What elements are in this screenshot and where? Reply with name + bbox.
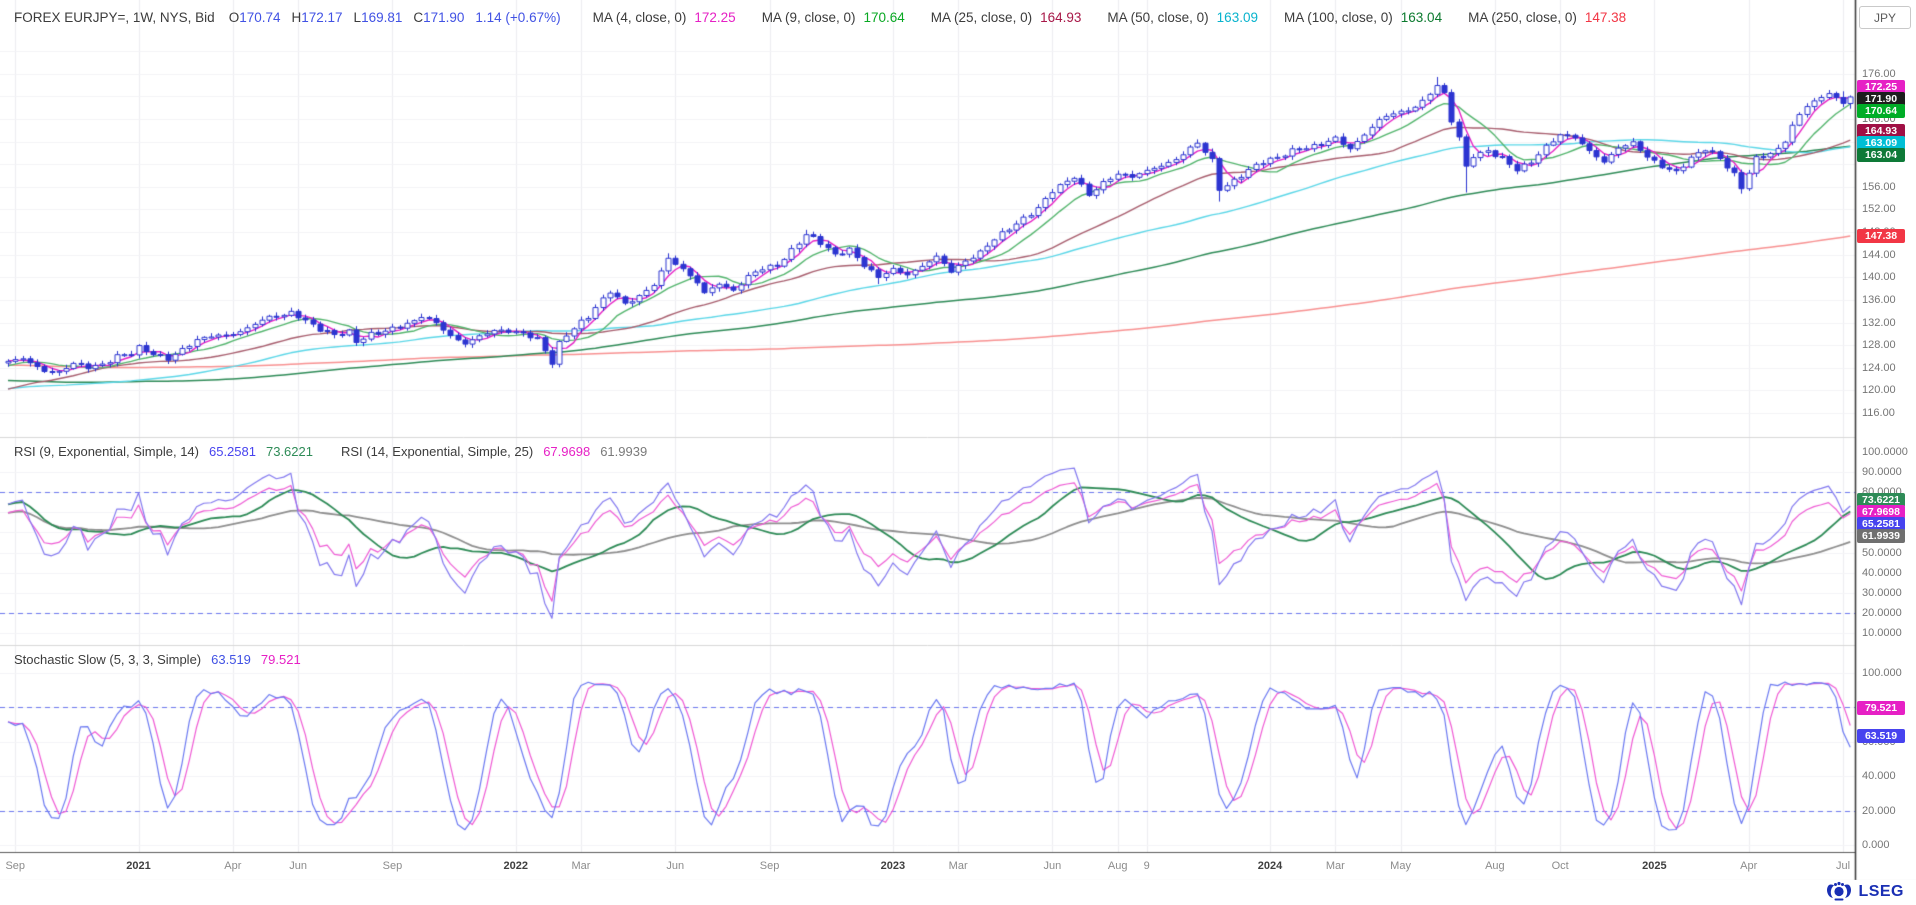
ma-legend-item[interactable]: MA (100, close, 0)163.04 (1284, 10, 1442, 25)
stoch-k-value: 63.519 (211, 652, 251, 667)
axis-tick-label: 40.0000 (1862, 567, 1902, 579)
axis-tick-label: 132.00 (1862, 317, 1896, 329)
rsi2-value: 67.9698 (543, 444, 590, 459)
date-tick-label: Oct (1552, 860, 1569, 872)
date-tick-label: Aug (1485, 860, 1505, 872)
axis-tick-label: 176.00 (1862, 68, 1896, 80)
axis-tick-label: 152.00 (1862, 203, 1896, 215)
axis-tick-label: 144.00 (1862, 249, 1896, 261)
date-tick-label: Mar (572, 860, 591, 872)
price-badge: 79.521 (1857, 701, 1905, 715)
date-tick-label: 2025 (1642, 860, 1666, 872)
rsi-legend[interactable]: RSI (9, Exponential, Simple, 14) 65.2581… (14, 444, 657, 459)
axis-tick-label: 124.00 (1862, 362, 1896, 374)
rsi1-title: RSI (9, Exponential, Simple, 14) (14, 444, 199, 459)
date-tick-label: 2022 (503, 860, 527, 872)
date-tick-label: 9 (1144, 860, 1150, 872)
date-tick-label: Mar (1326, 860, 1345, 872)
ohlc-item: O170.74 (229, 10, 281, 25)
date-tick-label: Apr (224, 860, 241, 872)
axis-tick-label: 30.0000 (1862, 587, 1902, 599)
axis-tick-label: 0.000 (1862, 839, 1890, 851)
ma-legend-item[interactable]: MA (4, close, 0)172.25 (593, 10, 736, 25)
lseg-logo-text: LSEG (1858, 883, 1904, 901)
price-badge: 163.04 (1857, 148, 1905, 162)
date-tick-label: 2023 (881, 860, 905, 872)
rsi1-sma-value: 73.6221 (266, 444, 313, 459)
date-tick-label: Jul (1836, 860, 1850, 872)
date-tick-label: May (1390, 860, 1411, 872)
axis-tick-label: 40.000 (1862, 770, 1896, 782)
axis-tick-label: 10.0000 (1862, 627, 1902, 639)
price-badge: 170.64 (1857, 104, 1905, 118)
ma-legend-item[interactable]: MA (50, close, 0)163.09 (1107, 10, 1258, 25)
lseg-crest-icon (1826, 881, 1852, 902)
ma-legend-item[interactable]: MA (25, close, 0)164.93 (931, 10, 1082, 25)
axis-tick-label: 156.00 (1862, 181, 1896, 193)
date-tick-label: Sep (383, 860, 403, 872)
main-chart-legend[interactable]: FOREX EURJPY=, 1W, NYS, Bid O170.74 H172.… (14, 7, 1626, 27)
axis-tick-label: 140.00 (1862, 271, 1896, 283)
rsi1-value: 65.2581 (209, 444, 256, 459)
axis-tick-label: 116.00 (1862, 407, 1895, 419)
ohlc-item: H172.17 (292, 10, 343, 25)
ma-legend-item[interactable]: MA (250, close, 0)147.38 (1468, 10, 1626, 25)
date-tick-label: 2024 (1258, 860, 1282, 872)
ohlc-item: L169.81 (354, 10, 403, 25)
chart-window: FOREX EURJPY=, 1W, NYS, Bid O170.74 H172.… (0, 0, 1916, 905)
change-value: 1.14 (+0.67%) (475, 10, 560, 25)
axis-tick-label: 100.000 (1862, 667, 1902, 679)
stoch-title: Stochastic Slow (5, 3, 3, Simple) (14, 652, 201, 667)
axis-tick-label: 90.0000 (1862, 466, 1902, 478)
ma-legend-item[interactable]: MA (9, close, 0)170.64 (762, 10, 905, 25)
date-axis: Sep 2021 Apr Jun Sep 2022 Mar Jun Sep 2023 Mar Jun A… (0, 852, 1855, 880)
date-tick-label: Mar (949, 860, 968, 872)
axis-tick-label: 20.000 (1862, 805, 1896, 817)
date-tick-label: Jun (666, 860, 684, 872)
price-axis: 176.00168.00156.00152.00148.00144.00136.… (1855, 0, 1916, 880)
axis-tick-label: 120.00 (1862, 384, 1896, 396)
symbol-title: FOREX EURJPY=, 1W, NYS, Bid (14, 10, 215, 25)
date-tick-label: Sep (5, 860, 25, 872)
ma-legend-items: MA (4, close, 0)172.25 MA (9, close, 0)17… (567, 10, 1627, 25)
price-badge: 61.9939 (1857, 529, 1905, 543)
date-tick-label: Aug (1108, 860, 1128, 872)
stochastic-legend[interactable]: Stochastic Slow (5, 3, 3, Simple) 63.519… (14, 652, 311, 667)
date-tick-label: Sep (760, 860, 780, 872)
price-badge: 63.519 (1857, 729, 1905, 743)
lseg-logo: LSEG (1826, 881, 1904, 902)
axis-tick-label: 136.00 (1862, 294, 1896, 306)
date-tick-label: 2021 (126, 860, 150, 872)
date-tick-label: Jun (1044, 860, 1062, 872)
axis-tick-label: 20.0000 (1862, 607, 1902, 619)
rsi2-sma-value: 61.9939 (600, 444, 647, 459)
date-tick-label: Jun (289, 860, 307, 872)
axis-tick-label: 128.00 (1862, 339, 1896, 351)
bottom-bar: LSEG (0, 880, 1916, 905)
ohlc-item: C171.90 (413, 10, 464, 25)
stoch-d-value: 79.521 (261, 652, 301, 667)
date-tick-label: Apr (1740, 860, 1757, 872)
price-badge: 147.38 (1857, 229, 1905, 243)
ohlc-values: O170.74 H172.17 L169.81 C171.90 (229, 10, 476, 25)
axis-tick-label: 50.0000 (1862, 547, 1902, 559)
currency-axis-button[interactable]: JPY (1859, 6, 1911, 29)
rsi2-title: RSI (14, Exponential, Simple, 25) (341, 444, 533, 459)
axis-tick-label: 100.0000 (1862, 446, 1908, 458)
